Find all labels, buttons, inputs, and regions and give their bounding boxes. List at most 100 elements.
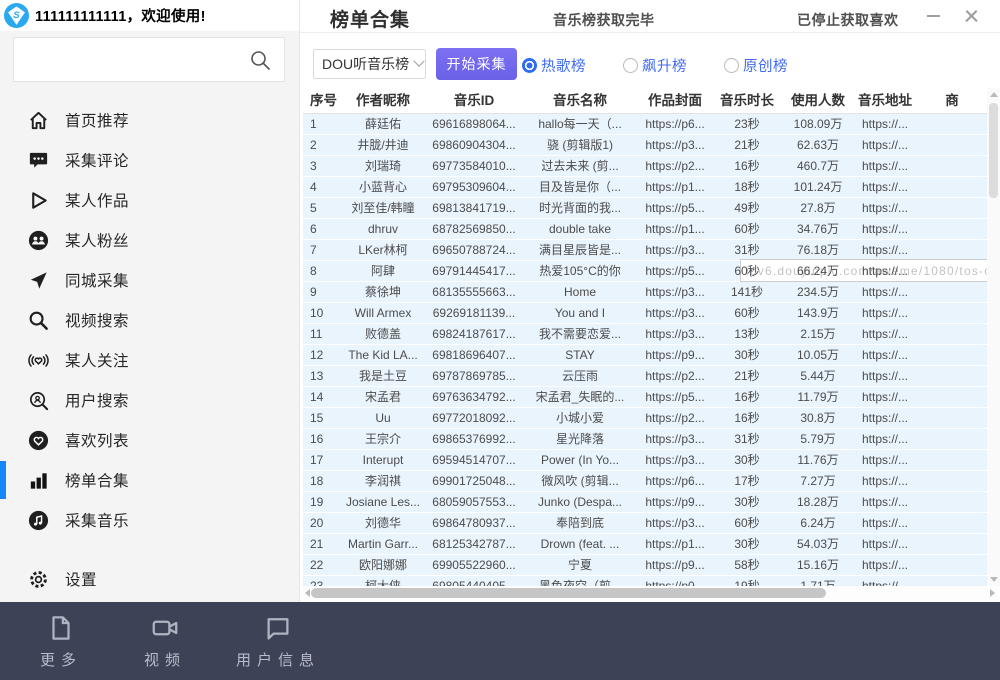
sidebar-item-rank[interactable]: 榜单合集: [0, 460, 299, 500]
column-header: 音乐时长: [711, 88, 783, 113]
table-cell: [917, 366, 987, 386]
scroll-left-arrow-icon[interactable]: [305, 589, 310, 597]
table-cell: 蔡徐坤: [339, 282, 427, 302]
minimize-button[interactable]: [922, 6, 944, 26]
status-music-text: 音乐榜获取完毕: [553, 10, 655, 30]
table-cell: https://p3...: [639, 450, 711, 470]
scroll-down-arrow-icon[interactable]: [990, 577, 998, 582]
table-row[interactable]: 5刘至佳/韩瞳69813841719...时光背面的我...https://p5…: [303, 198, 987, 219]
radio-飙升榜[interactable]: 飙升榜: [623, 55, 687, 76]
sidebar-item-music[interactable]: 采集音乐: [0, 500, 299, 540]
sidebar-item-city[interactable]: 同城采集: [0, 260, 299, 300]
sidebar-item-works[interactable]: 某人作品: [0, 180, 299, 220]
table-row[interactable]: 11败德盖69824187617...我不需要恋爱...https://p3..…: [303, 324, 987, 345]
table-row[interactable]: 17Interupt69594514707...Power (In Yo...h…: [303, 450, 987, 471]
table-cell: 27.8万: [783, 198, 853, 218]
search-box[interactable]: [13, 37, 285, 82]
sidebar-item-user-search[interactable]: 用户搜索: [0, 380, 299, 420]
table-row[interactable]: 4小蓝背心69795309604...目及皆是你（...https://p1..…: [303, 177, 987, 198]
table-row[interactable]: 7LKer林柯69650788724...满目星辰皆是...https://p3…: [303, 240, 987, 261]
close-button[interactable]: [960, 6, 982, 26]
table-cell: https://p2...: [639, 156, 711, 176]
bottombar-item-userinfo[interactable]: 用户信息: [236, 613, 320, 670]
sidebar-item-home[interactable]: 首页推荐: [0, 100, 299, 140]
table-cell: 30秒: [711, 345, 783, 365]
table-cell: Uu: [339, 408, 427, 428]
table-cell: https://...: [853, 555, 917, 575]
table-cell: [917, 156, 987, 176]
search-input[interactable]: [22, 44, 236, 76]
table-cell: 108.09万: [783, 114, 853, 134]
table-row[interactable]: 6dhruv68782569850...double takehttps://p…: [303, 219, 987, 240]
bottombar-item-more[interactable]: 更多: [28, 613, 94, 670]
search-icon[interactable]: [248, 48, 272, 72]
table-cell: https://...: [853, 303, 917, 323]
welcome-text: 111111111111，欢迎使用!: [35, 5, 206, 26]
bottombar-item-video[interactable]: 视频: [132, 613, 198, 670]
column-header: 序号: [303, 88, 339, 113]
sidebar-item-follows[interactable]: 某人关注: [0, 340, 299, 380]
table-cell: 10: [303, 303, 339, 323]
table-row[interactable]: 1薛廷佑69616898064...hallo每一天（...https://p6…: [303, 114, 987, 135]
broadcast-heart-icon: [27, 349, 50, 372]
table-row[interactable]: 19Josiane Les...68059057553...Junko (Des…: [303, 492, 987, 513]
table-row[interactable]: 3刘瑞琦69773584010...过去未来 (剪...https://p2..…: [303, 156, 987, 177]
table-cell: 234.5万: [783, 282, 853, 302]
table-cell: Interupt: [339, 450, 427, 470]
sidebar-item-fans[interactable]: 某人粉丝: [0, 220, 299, 260]
table-row[interactable]: 22欧阳娜娜69905522960...宁夏https://p9...58秒15…: [303, 555, 987, 576]
column-header: 音乐地址: [853, 88, 917, 113]
table-row[interactable]: 13我是土豆69787869785...云压雨https://p2...21秒5…: [303, 366, 987, 387]
sidebar-item-settings[interactable]: 设置: [0, 559, 299, 599]
table-cell: 66.24万: [783, 261, 853, 281]
table-row[interactable]: 20刘德华69864780937...奉陪到底https://p3...60秒6…: [303, 513, 987, 534]
table-cell: https://p1...: [639, 219, 711, 239]
table-row[interactable]: 2井胧/井迪69860904304...骁 (剪辑版1)https://p3..…: [303, 135, 987, 156]
table-cell: 460.7万: [783, 156, 853, 176]
table-cell: Home: [521, 282, 639, 302]
table-cell: [917, 114, 987, 134]
table-cell: 8: [303, 261, 339, 281]
table-cell: https://...: [853, 219, 917, 239]
table-cell: [917, 450, 987, 470]
table-row[interactable]: 9蔡徐坤68135555663...Homehttps://p3...141秒2…: [303, 282, 987, 303]
table-row[interactable]: 8阿肆69791445417...热爱105°C的你https://p5...6…: [303, 261, 987, 282]
title-bar: 榜单合集 音乐榜获取完毕 已停止获取喜欢: [300, 0, 1000, 33]
sidebar-item-likes[interactable]: 喜欢列表: [0, 420, 299, 460]
scroll-right-arrow-icon[interactable]: [990, 589, 995, 597]
table-cell: 69864780937...: [427, 513, 521, 533]
table-row[interactable]: 12The Kid LA...69818696407...STAYhttps:/…: [303, 345, 987, 366]
close-icon: [965, 10, 978, 23]
vertical-scroll-thumb[interactable]: [989, 103, 998, 198]
sidebar-item-video-search[interactable]: 视频搜索: [0, 300, 299, 340]
table-row[interactable]: 23柯大侠69805440405...黑色夜空（剪...https://p0..…: [303, 576, 987, 586]
table-row[interactable]: 21Martin Garr...68125342787...Drown (fea…: [303, 534, 987, 555]
table-row[interactable]: 10Will Armex69269181139...You and Ihttps…: [303, 303, 987, 324]
table-cell: https://p6...: [639, 471, 711, 491]
table-row[interactable]: 18李润祺69901725048...微风吹 (剪辑...https://p6.…: [303, 471, 987, 492]
table-cell: 16秒: [711, 156, 783, 176]
table-cell: 柯大侠: [339, 576, 427, 586]
radio-热歌榜[interactable]: 热歌榜: [522, 55, 586, 76]
table-cell: 30秒: [711, 534, 783, 554]
table-cell: 6: [303, 219, 339, 239]
start-collect-button[interactable]: 开始采集: [436, 48, 517, 80]
table-header: 序号作者昵称音乐ID音乐名称作品封面音乐时长使用人数音乐地址商: [303, 88, 987, 114]
table-cell: https://p9...: [639, 555, 711, 575]
horizontal-scrollbar[interactable]: [303, 586, 997, 600]
horizontal-scroll-thumb[interactable]: [311, 588, 826, 598]
sidebar-item-comments[interactable]: 采集评论: [0, 140, 299, 180]
table-cell: 18.28万: [783, 492, 853, 512]
table-row[interactable]: 16王宗介69865376992...星光降落https://p3...31秒5…: [303, 429, 987, 450]
user-search-icon: [27, 389, 50, 412]
sidebar-item-label: 榜单合集: [65, 469, 129, 491]
vertical-scrollbar[interactable]: [987, 88, 1000, 586]
radio-原创榜[interactable]: 原创榜: [724, 55, 788, 76]
table-cell: 101.24万: [783, 177, 853, 197]
table-row[interactable]: 14宋孟君69763634792...宋孟君_失眠的...https://p5.…: [303, 387, 987, 408]
scroll-up-arrow-icon[interactable]: [990, 92, 998, 97]
ranklist-dropdown[interactable]: DOU听音乐榜: [313, 49, 426, 79]
gear-icon: [27, 568, 50, 591]
table-row[interactable]: 15Uu69772018092...小城小爱https://p2...16秒30…: [303, 408, 987, 429]
table-cell: hallo每一天（...: [521, 114, 639, 134]
